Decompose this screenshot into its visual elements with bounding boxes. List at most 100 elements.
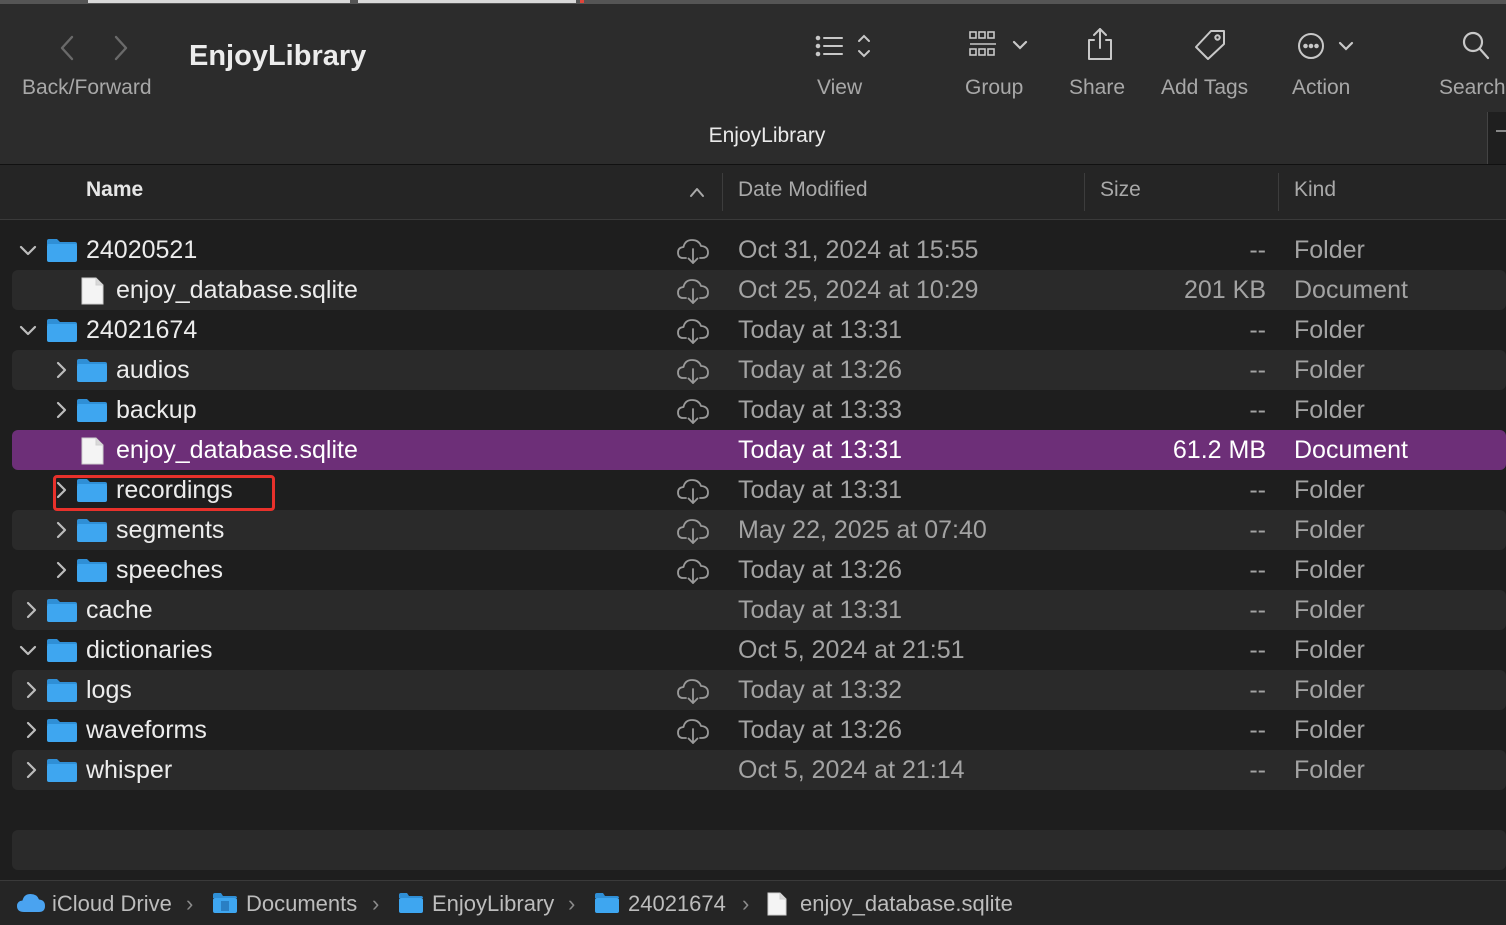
column-separator[interactable]: [1084, 173, 1085, 211]
item-name[interactable]: enjoy_database.sqlite: [116, 276, 358, 305]
chevron-right-icon: ›: [372, 891, 380, 916]
folder-row[interactable]: 24021674 Today at 13:31 -- Folder: [12, 310, 1506, 350]
folder-row[interactable]: segments May 22, 2025 at 07:40 -- Folder: [12, 510, 1506, 550]
path-bar-item[interactable]: iCloud Drive: [52, 891, 172, 917]
disclosure-collapsed-icon[interactable]: [24, 720, 38, 740]
folder-icon: [46, 237, 78, 268]
top-strip-segment: [358, 0, 576, 3]
item-size: --: [1249, 396, 1266, 424]
view-label[interactable]: View: [817, 76, 862, 100]
top-strip-segment: [88, 0, 350, 3]
disclosure-collapsed-icon[interactable]: [54, 400, 68, 420]
item-kind: Document: [1294, 276, 1408, 304]
group-label[interactable]: Group: [965, 76, 1023, 100]
item-size: 201 KB: [1183, 276, 1266, 304]
column-header-kind[interactable]: Kind: [1294, 178, 1336, 202]
item-name[interactable]: speeches: [116, 556, 223, 585]
disclosure-expanded-icon[interactable]: [19, 320, 37, 340]
disclosure-collapsed-icon[interactable]: [54, 560, 68, 580]
item-size: --: [1249, 356, 1266, 384]
item-size: --: [1249, 316, 1266, 344]
item-name[interactable]: 24020521: [86, 236, 197, 265]
file-row[interactable]: enjoy_database.sqlite Oct 25, 2024 at 10:…: [12, 270, 1506, 310]
item-name[interactable]: backup: [116, 396, 197, 425]
folder-row[interactable]: backup Today at 13:33 -- Folder: [12, 390, 1506, 430]
action-label[interactable]: Action: [1292, 76, 1350, 100]
column-header-size[interactable]: Size: [1100, 178, 1141, 202]
disclosure-collapsed-icon[interactable]: [24, 600, 38, 620]
item-name[interactable]: audios: [116, 356, 190, 385]
path-bar-item[interactable]: 24021674: [628, 891, 726, 917]
item-kind: Folder: [1294, 756, 1365, 784]
tag-icon[interactable]: [1193, 28, 1227, 62]
add-tags-label[interactable]: Add Tags: [1161, 76, 1248, 100]
item-name[interactable]: dictionaries: [86, 636, 212, 665]
sort-ascending-chevron-icon[interactable]: [688, 185, 706, 199]
action-ellipsis-icon[interactable]: [1297, 32, 1357, 62]
column-header-name[interactable]: Name: [86, 178, 143, 202]
column-header-bar: Name Date Modified Size Kind: [0, 165, 1506, 220]
path-bar-item[interactable]: EnjoyLibrary: [432, 891, 554, 917]
item-size: --: [1249, 596, 1266, 624]
empty-list-row: [12, 830, 1506, 870]
icloud-download-icon[interactable]: [676, 717, 710, 750]
group-icon[interactable]: [968, 30, 1030, 62]
item-kind: Folder: [1294, 636, 1365, 664]
column-separator[interactable]: [1278, 173, 1279, 211]
document-icon: [79, 277, 105, 310]
folder-row[interactable]: 24020521 Oct 31, 2024 at 15:55 -- Folder: [12, 230, 1506, 270]
item-size: --: [1249, 716, 1266, 744]
icloud-download-icon[interactable]: [676, 397, 710, 430]
path-bar: iCloud Drive › Documents › EnjoyLibrary › 2402…: [0, 880, 1506, 925]
folder-icon: [46, 597, 78, 628]
item-name[interactable]: 24021674: [86, 316, 197, 345]
item-name[interactable]: whisper: [86, 756, 172, 785]
item-name[interactable]: waveforms: [86, 716, 207, 745]
folder-row[interactable]: speeches Today at 13:26 -- Folder: [12, 550, 1506, 590]
list-view-icon[interactable]: [814, 32, 876, 62]
disclosure-collapsed-icon[interactable]: [24, 680, 38, 700]
path-bar-item[interactable]: Documents: [246, 891, 357, 917]
icloud-download-icon[interactable]: [676, 237, 710, 270]
disclosure-expanded-icon[interactable]: [19, 640, 37, 660]
tab-title[interactable]: EnjoyLibrary: [0, 124, 1506, 148]
item-name[interactable]: enjoy_database.sqlite: [116, 436, 358, 465]
item-name[interactable]: logs: [86, 676, 132, 705]
back-arrow-icon[interactable]: [56, 32, 80, 64]
chevron-right-icon: ›: [568, 891, 576, 916]
search-icon[interactable]: [1462, 30, 1492, 62]
disclosure-collapsed-icon[interactable]: [24, 760, 38, 780]
icloud-download-icon[interactable]: [676, 317, 710, 350]
share-icon[interactable]: [1086, 26, 1114, 62]
icloud-download-icon[interactable]: [676, 677, 710, 710]
path-bar-item[interactable]: enjoy_database.sqlite: [800, 891, 1013, 917]
column-header-date-modified[interactable]: Date Modified: [738, 178, 868, 202]
search-label[interactable]: Search: [1439, 76, 1506, 100]
disclosure-collapsed-icon[interactable]: [54, 520, 68, 540]
item-date-modified: Today at 13:26: [738, 556, 903, 584]
item-name[interactable]: cache: [86, 596, 153, 625]
icloud-download-icon[interactable]: [676, 557, 710, 590]
folder-row[interactable]: waveforms Today at 13:26 -- Folder: [12, 710, 1506, 750]
forward-arrow-icon[interactable]: [108, 32, 132, 64]
folder-row[interactable]: logs Today at 13:32 -- Folder: [12, 670, 1506, 710]
share-label[interactable]: Share: [1069, 76, 1125, 100]
disclosure-collapsed-icon[interactable]: [54, 360, 68, 380]
disclosure-expanded-icon[interactable]: [19, 240, 37, 260]
column-separator[interactable]: [722, 173, 723, 211]
item-kind: Folder: [1294, 516, 1365, 544]
file-row[interactable]: enjoy_database.sqlite Today at 13:31 61.2 …: [12, 430, 1506, 470]
folder-icon: [46, 317, 78, 348]
item-date-modified: Oct 5, 2024 at 21:14: [738, 756, 965, 784]
icloud-download-icon[interactable]: [676, 517, 710, 550]
new-tab-button[interactable]: [1487, 112, 1506, 164]
folder-row[interactable]: whisper Oct 5, 2024 at 21:14 -- Folder: [12, 750, 1506, 790]
icloud-download-icon[interactable]: [676, 477, 710, 510]
item-size: --: [1249, 516, 1266, 544]
icloud-download-icon[interactable]: [676, 277, 710, 310]
icloud-download-icon[interactable]: [676, 357, 710, 390]
item-name[interactable]: segments: [116, 516, 224, 545]
folder-row[interactable]: audios Today at 13:26 -- Folder: [12, 350, 1506, 390]
folder-row[interactable]: dictionaries Oct 5, 2024 at 21:51 -- Folder: [12, 630, 1506, 670]
folder-row[interactable]: cache Today at 13:31 -- Folder: [12, 590, 1506, 630]
